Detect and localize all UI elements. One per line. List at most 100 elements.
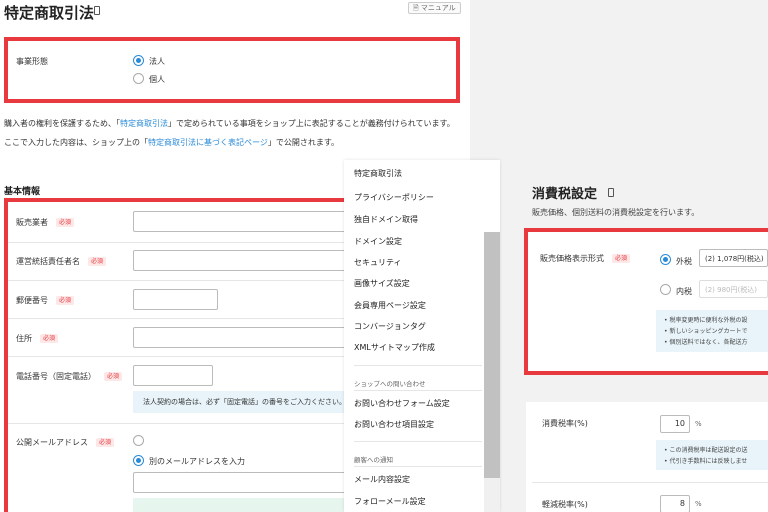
menu-divider <box>354 441 482 442</box>
phone-label-text: 電話番号（固定電話） <box>16 372 96 381</box>
reduced-tax-input[interactable]: 8 <box>660 495 690 512</box>
document-icon[interactable] <box>94 6 100 15</box>
note-line: • この消費税率は配送設定の送 <box>664 447 748 454</box>
menu-divider <box>354 390 482 391</box>
description-text: 」で公開されます。 <box>267 138 340 147</box>
divider <box>8 423 360 424</box>
postal-code-label-text: 郵便番号 <box>16 296 48 305</box>
seller-label: 販売業者 必須 <box>16 217 75 228</box>
radio-corporation[interactable] <box>133 55 144 66</box>
radio-email-other-label: 別のメールアドレスを入力 <box>149 457 245 466</box>
price-display-label: 販売価格表示形式 必須 <box>540 253 631 264</box>
seller-input[interactable] <box>133 211 360 232</box>
divider <box>8 242 360 243</box>
required-badge: 必須 <box>56 218 75 227</box>
description-text: 」で定められている事項をショップ上に表記することが義務付けられています。 <box>168 119 455 128</box>
divider <box>8 280 360 281</box>
menu-item-follow-mail[interactable]: フォローメール設定 <box>354 496 426 507</box>
required-badge: 必須 <box>40 334 59 343</box>
other-email-input[interactable] <box>133 472 360 493</box>
basic-info-title: 基本情報 <box>4 187 41 197</box>
tokusho-page-link[interactable]: 特定商取引法に基づく表記ページ <box>148 138 268 147</box>
radio-tax-inclusive[interactable] <box>660 284 671 295</box>
tax-rate-notes: • この消費税率は配送設定の送 • 代引き手数料には反映しませ <box>656 440 768 470</box>
menu-item-inquiry-form[interactable]: お問い合わせフォーム設定 <box>354 398 450 409</box>
radio-individual-label: 個人 <box>149 75 165 84</box>
note-line: • 税率変更時に便利な外税の設 <box>664 317 748 324</box>
tax-settings-panel: 消費税設定 販売価格、個別送料の消費税設定を行います。 販売価格表示形式 必須 外… <box>502 160 768 512</box>
description-text: 購入者の権利を保護するため、「 <box>4 119 120 128</box>
note-line: • 個別送料ではなく、各配送方 <box>664 339 748 346</box>
menu-item-security[interactable]: セキュリティ <box>354 257 402 268</box>
menu-item-tokusho[interactable]: 特定商取引法 <box>354 168 402 179</box>
address-label-text: 住所 <box>16 334 32 343</box>
public-email-label: 公開メールアドレス 必須 <box>16 437 115 448</box>
required-badge: 必須 <box>88 257 107 266</box>
note-line: • 新しいショッピングカートで <box>664 328 748 335</box>
business-form-highlight <box>4 37 460 103</box>
tax-inclusive-select[interactable]: (2) 980円(税込) <box>699 280 768 298</box>
postal-code-label: 郵便番号 必須 <box>16 295 75 306</box>
required-badge: 必須 <box>96 438 115 447</box>
tax-exclusive-select[interactable]: (2) 1,078円(税込) <box>699 249 768 267</box>
note-text: 代引き手数料には反映しませ <box>669 458 748 465</box>
manager-label-text: 運営統括責任者名 <box>16 257 80 266</box>
address-label: 住所 必須 <box>16 333 59 344</box>
radio-tax-exclusive-label: 外税 <box>676 257 692 266</box>
menu-item-inquiry-fields[interactable]: お問い合わせ項目設定 <box>354 419 434 430</box>
menu-heading-notify: 顧客への通知 <box>354 456 393 464</box>
radio-corporation-label: 法人 <box>149 57 165 66</box>
phone-note: 法人契約の場合は、必ず「固定電話」の番号をご入力ください。 <box>133 391 360 413</box>
business-form-label: 事業形態 <box>16 57 48 66</box>
menu-item-member-page[interactable]: 会員専用ページ設定 <box>354 300 426 311</box>
menu-divider <box>354 365 482 366</box>
radio-email-default[interactable] <box>133 435 144 446</box>
menu-item-image-size[interactable]: 画像サイズ設定 <box>354 278 410 289</box>
menu-item-mail-content[interactable]: メール内容設定 <box>354 474 410 485</box>
radio-tax-inclusive-label: 内税 <box>676 287 692 296</box>
required-badge: 必須 <box>612 254 631 263</box>
required-badge: 必須 <box>56 296 75 305</box>
menu-item-xml-sitemap[interactable]: XMLサイトマップ作成 <box>354 342 435 353</box>
public-email-label-text: 公開メールアドレス <box>16 438 88 447</box>
menu-item-conversion-tag[interactable]: コンバージョンタグ <box>354 321 426 332</box>
menu-item-domain-acquire[interactable]: 独自ドメイン取得 <box>354 214 418 225</box>
tax-settings-title: 消費税設定 <box>532 187 598 202</box>
radio-email-other[interactable] <box>133 455 144 466</box>
tokusho-law-link[interactable]: 特定商取引法 <box>120 119 168 128</box>
menu-scrollbar-thumb[interactable] <box>484 232 500 478</box>
divider <box>8 356 360 357</box>
menu-item-domain-settings[interactable]: ドメイン設定 <box>354 236 402 247</box>
note-text: 税率変更時に便利な外税の設 <box>669 317 748 324</box>
note-text: 個別送料ではなく、各配送方 <box>669 339 748 346</box>
percent-unit: % <box>695 500 702 508</box>
phone-label: 電話番号（固定電話） 必須 <box>16 371 123 382</box>
price-display-label-text: 販売価格表示形式 <box>540 254 604 263</box>
radio-individual[interactable] <box>133 73 144 84</box>
email-note <box>133 498 360 512</box>
tax-settings-subtitle: 販売価格、個別送料の消費税設定を行います。 <box>532 208 700 217</box>
manager-input[interactable] <box>133 250 360 271</box>
description-line-1: 購入者の権利を保護するため、「特定商取引法」で定められている事項をショップ上に表… <box>4 118 455 129</box>
consumption-tax-input[interactable]: 10 <box>660 415 690 433</box>
radio-tax-exclusive[interactable] <box>660 254 671 265</box>
manual-button[interactable]: 🗎 マニュアル <box>408 2 461 14</box>
postal-code-input[interactable] <box>133 289 218 310</box>
manager-label: 運営統括責任者名 必須 <box>16 256 107 267</box>
menu-item-privacy[interactable]: プライバシーポリシー <box>354 192 434 203</box>
required-badge: 必須 <box>104 372 123 381</box>
consumption-tax-label: 消費税率(%) <box>542 419 588 428</box>
menu-heading-inquiry: ショップへの問い合わせ <box>354 380 426 388</box>
menu-divider <box>354 466 482 467</box>
percent-unit: % <box>695 420 702 428</box>
note-line: • 代引き手数料には反映しませ <box>664 458 748 465</box>
phone-input[interactable] <box>133 365 213 386</box>
seller-label-text: 販売業者 <box>16 218 48 227</box>
description-line-2: ここで入力した内容は、ショップ上の「特定商取引法に基づく表記ページ」で公開されま… <box>4 137 339 148</box>
reduced-tax-label: 軽減税率(%) <box>542 500 588 509</box>
note-text: 新しいショッピングカートで <box>669 328 748 335</box>
divider <box>8 318 360 319</box>
document-icon[interactable] <box>608 188 614 197</box>
settings-menu: 特定商取引法 プライバシーポリシー 独自ドメイン取得 ドメイン設定 セキュリティ… <box>344 160 500 512</box>
address-input[interactable] <box>133 327 360 348</box>
